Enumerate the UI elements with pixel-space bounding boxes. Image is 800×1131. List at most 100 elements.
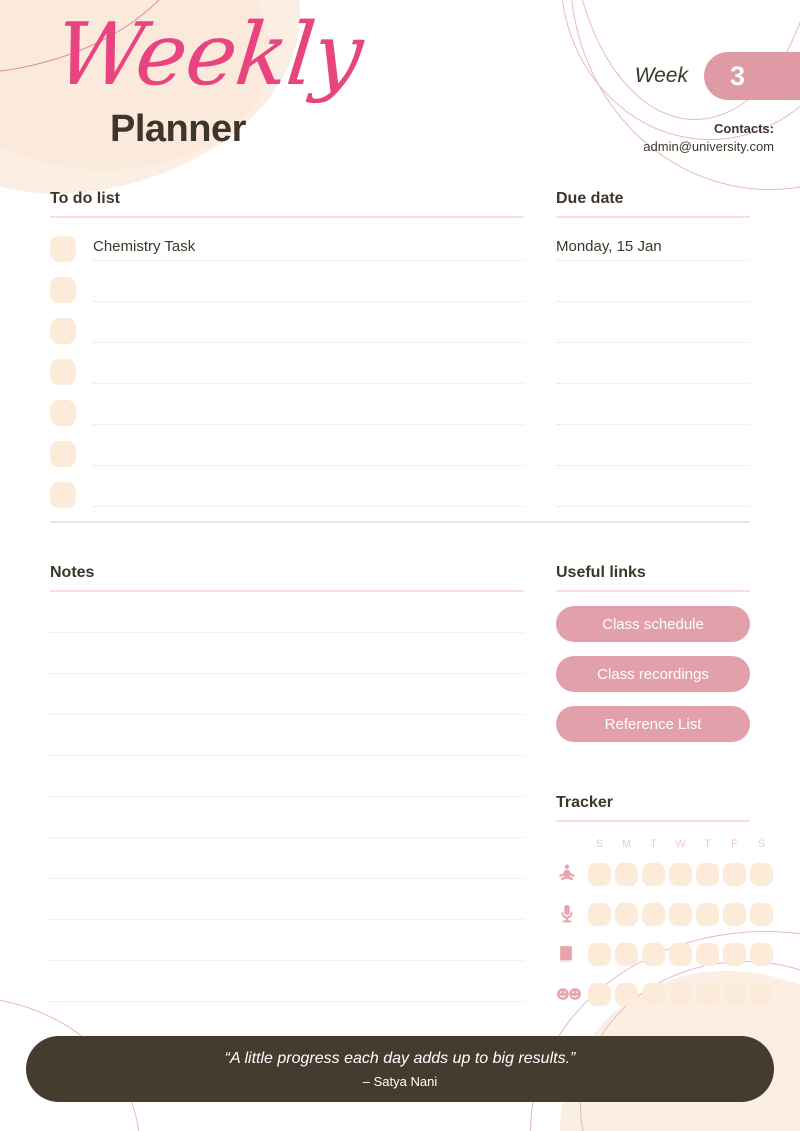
todo-write-line	[93, 260, 524, 261]
tracker-day-label: T	[650, 838, 657, 850]
todo-checkbox[interactable]	[50, 400, 76, 426]
notes-write-line	[50, 878, 524, 879]
table-row[interactable]	[50, 357, 524, 398]
list-item[interactable]	[556, 398, 750, 439]
todo-checkbox[interactable]	[50, 359, 76, 385]
list-item[interactable]	[556, 357, 750, 398]
tracker-cell[interactable]	[642, 862, 665, 886]
tracker-cell[interactable]	[696, 862, 719, 886]
mood-faces-icon	[556, 986, 588, 1002]
todo-item-text[interactable]	[93, 357, 524, 383]
todo-heading: To do list	[50, 190, 120, 207]
tracker-cell[interactable]	[588, 942, 611, 966]
tracker-row-mood	[556, 974, 773, 1014]
todo-item-text[interactable]	[93, 439, 524, 465]
list-item[interactable]	[556, 316, 750, 357]
due-date-column: Due date Monday, 15 Jan	[556, 190, 750, 521]
todo-checkbox[interactable]	[50, 318, 76, 344]
tracker-cell[interactable]	[750, 942, 773, 966]
table-row[interactable]	[50, 439, 524, 480]
notes-lines[interactable]	[50, 632, 524, 1042]
page-title-script: Weekly	[50, 5, 367, 105]
tracker-cell[interactable]	[642, 982, 665, 1006]
class-schedule-button[interactable]: Class schedule	[556, 606, 750, 642]
quote-banner: “A little progress each day adds up to b…	[26, 1036, 774, 1102]
week-label: Week	[634, 64, 688, 87]
notes-line	[50, 632, 524, 673]
due-write-line	[556, 301, 750, 302]
notes-heading: Notes	[50, 564, 95, 581]
todo-item-text[interactable]: Chemistry Task	[93, 234, 524, 260]
due-write-line	[556, 506, 750, 507]
todo-item-text[interactable]	[93, 275, 524, 301]
tracker-cell[interactable]	[669, 982, 692, 1006]
notes-line	[50, 919, 524, 960]
tracker-cell[interactable]	[696, 982, 719, 1006]
tracker-cell[interactable]	[669, 902, 692, 926]
table-row[interactable]	[50, 480, 524, 521]
notes-heading-rule	[50, 590, 524, 592]
tracker-cell[interactable]	[723, 902, 746, 926]
list-item[interactable]	[556, 439, 750, 480]
useful-links-heading: Useful links	[556, 564, 646, 581]
useful-links-list: Class schedule Class recordings Referenc…	[556, 606, 750, 742]
week-number-badge: 3	[704, 52, 800, 100]
tracker-cell[interactable]	[642, 942, 665, 966]
due-write-line	[556, 424, 750, 425]
list-item[interactable]: Monday, 15 Jan	[556, 234, 750, 275]
tracker-cell[interactable]	[642, 902, 665, 926]
meditation-icon	[556, 863, 588, 885]
table-row[interactable]	[50, 316, 524, 357]
tracker-cell[interactable]	[615, 982, 638, 1006]
tracker-cell[interactable]	[588, 902, 611, 926]
due-date-text[interactable]: Monday, 15 Jan	[556, 234, 750, 260]
tracker-cell[interactable]	[669, 942, 692, 966]
due-date-text[interactable]	[556, 275, 750, 301]
page-header: Weekly Planner Week 3 Contacts: admin@un…	[0, 0, 800, 180]
reference-list-button[interactable]: Reference List	[556, 706, 750, 742]
quote-author: – Satya Nani	[362, 1073, 438, 1089]
notes-write-line	[50, 632, 524, 633]
notes-section: Notes	[50, 564, 524, 1042]
list-item[interactable]	[556, 480, 750, 521]
tracker-cell[interactable]	[588, 982, 611, 1006]
tracker-day-header: S M T W T F S	[556, 834, 765, 854]
notes-write-line	[50, 837, 524, 838]
todo-heading-rule	[50, 216, 524, 218]
tracker-cell[interactable]	[615, 902, 638, 926]
tracker-cell[interactable]	[696, 902, 719, 926]
due-date-text[interactable]	[556, 439, 750, 465]
contacts-block: Contacts: admin@university.com	[643, 120, 774, 155]
microphone-icon	[556, 903, 588, 925]
tracker-cell[interactable]	[669, 862, 692, 886]
table-row[interactable]	[50, 398, 524, 439]
todo-checkbox[interactable]	[50, 482, 76, 508]
todo-checkbox[interactable]	[50, 277, 76, 303]
table-row[interactable]: Chemistry Task	[50, 234, 524, 275]
tracker-cell[interactable]	[723, 982, 746, 1006]
class-recordings-button[interactable]: Class recordings	[556, 656, 750, 692]
tracker-cell[interactable]	[750, 862, 773, 886]
due-date-text[interactable]	[556, 357, 750, 383]
notes-line	[50, 755, 524, 796]
tracker-cell[interactable]	[615, 942, 638, 966]
tracker-cell[interactable]	[750, 982, 773, 1006]
due-date-text[interactable]	[556, 316, 750, 342]
todo-checkbox[interactable]	[50, 441, 76, 467]
due-date-text[interactable]	[556, 480, 750, 506]
tracker-cell[interactable]	[750, 902, 773, 926]
list-item[interactable]	[556, 275, 750, 316]
todo-item-text[interactable]	[93, 316, 524, 342]
table-row[interactable]	[50, 275, 524, 316]
todo-item-text[interactable]	[93, 398, 524, 424]
tracker-cell[interactable]	[723, 942, 746, 966]
tracker-cell[interactable]	[723, 862, 746, 886]
tracker-cell[interactable]	[696, 942, 719, 966]
tracker-cell[interactable]	[615, 862, 638, 886]
todo-item-text[interactable]	[93, 480, 524, 506]
due-date-text[interactable]	[556, 398, 750, 424]
tracker-cell[interactable]	[588, 862, 611, 886]
todo-checkbox[interactable]	[50, 236, 76, 262]
section-divider	[50, 521, 750, 523]
todo-rows: Chemistry Task	[50, 234, 524, 521]
